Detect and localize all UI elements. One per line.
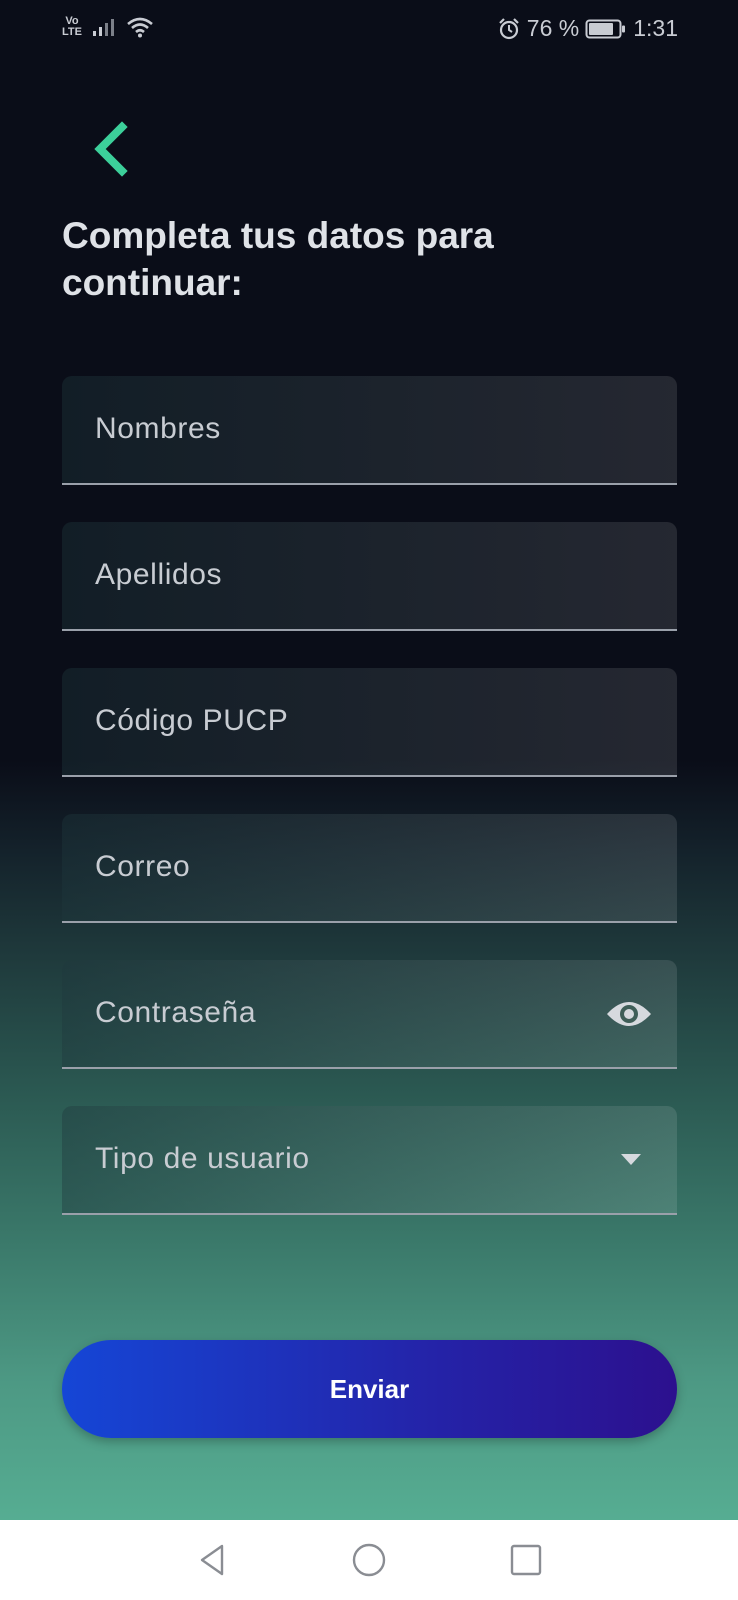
status-time: 1:31 — [633, 15, 678, 41]
battery-icon — [585, 19, 626, 38]
eye-icon[interactable] — [605, 994, 653, 1034]
first-name-field[interactable]: Nombres — [62, 376, 677, 485]
last-name-label: Apellidos — [95, 558, 223, 591]
email-label: Correo — [95, 850, 191, 883]
submit-button[interactable]: Enviar — [62, 1340, 677, 1438]
signal-icon — [92, 19, 114, 36]
back-button[interactable] — [84, 120, 144, 180]
status-right: 76 % 1:31 — [497, 15, 678, 42]
last-name-field[interactable]: Apellidos — [62, 522, 677, 631]
user-type-select[interactable]: Tipo de usuario — [62, 1106, 677, 1215]
alarm-icon — [499, 17, 519, 39]
battery-percent: 76 % — [526, 15, 580, 41]
caret-down-icon[interactable] — [621, 1154, 641, 1165]
volte-indicator: Vo LTE — [62, 16, 82, 38]
square-recents-icon[interactable] — [506, 1540, 546, 1580]
circle-home-icon[interactable] — [349, 1540, 389, 1580]
email-field[interactable]: Correo — [62, 814, 677, 923]
page-title: Completa tus datos para continuar: — [62, 215, 494, 303]
status-bar: Vo LTE 76 % 1:31 — [0, 0, 738, 58]
app-screen: Vo LTE 76 % 1:31 Completa tus datos para… — [0, 0, 738, 1520]
user-type-label: Tipo de usuario — [95, 1142, 310, 1175]
system-nav-bar — [0, 1520, 738, 1600]
password-field[interactable]: Contraseña — [62, 960, 677, 1069]
volte-bottom: LTE — [62, 26, 82, 38]
triangle-back-icon[interactable] — [192, 1540, 232, 1580]
password-label: Contraseña — [95, 996, 257, 1029]
pucp-code-label: Código PUCP — [95, 704, 289, 737]
wifi-icon — [127, 17, 153, 38]
back-chevron-icon — [94, 121, 128, 177]
pucp-code-field[interactable]: Código PUCP — [62, 668, 677, 777]
status-left: Vo LTE — [62, 16, 154, 38]
first-name-label: Nombres — [95, 412, 221, 445]
